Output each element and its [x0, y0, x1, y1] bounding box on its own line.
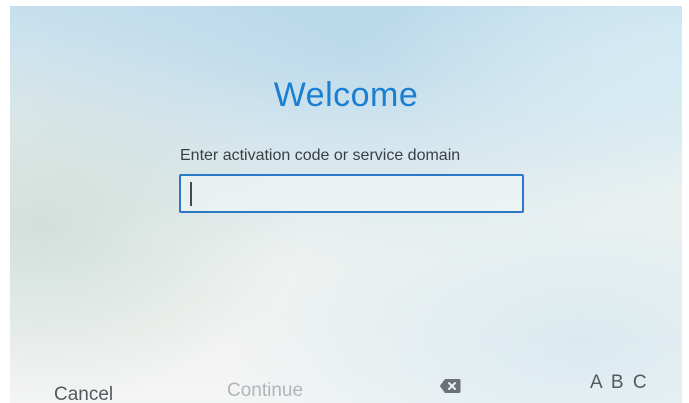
continue-button[interactable]: Continue — [227, 380, 303, 402]
phone-screen: Welcome Enter activation code or service… — [10, 6, 682, 403]
softkey-bar: Cancel Continue A B C — [10, 366, 682, 403]
text-cursor — [190, 182, 192, 206]
activation-code-input[interactable] — [179, 174, 524, 213]
page-title: Welcome — [273, 76, 419, 114]
backspace-icon[interactable] — [439, 378, 461, 394]
cancel-button[interactable]: Cancel — [54, 384, 113, 403]
abc-input-mode-button[interactable]: A B C — [590, 372, 649, 394]
activation-prompt-label: Enter activation code or service domain — [180, 147, 461, 164]
